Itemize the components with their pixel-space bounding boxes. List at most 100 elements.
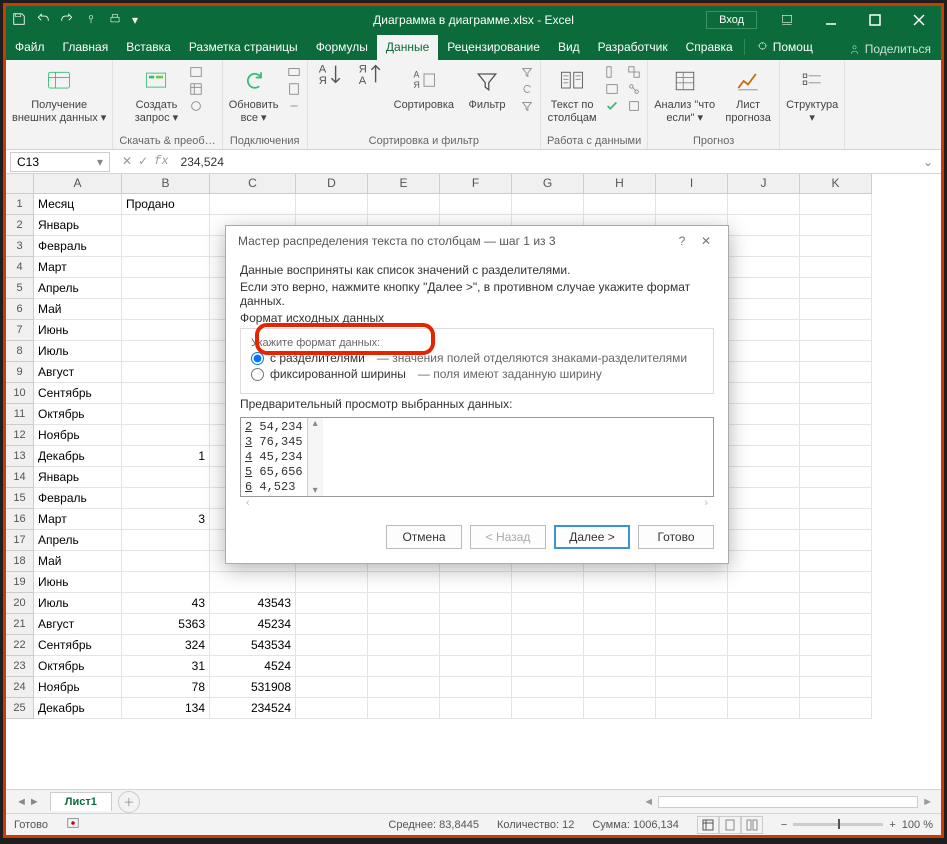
flash-fill-button[interactable]	[605, 65, 619, 79]
cell[interactable]: Октябрь	[34, 656, 122, 677]
consolidate-button[interactable]	[627, 65, 641, 79]
row-header[interactable]: 18	[6, 551, 34, 572]
signin-button[interactable]: Вход	[706, 11, 757, 29]
col-header[interactable]: F	[440, 174, 512, 194]
row-header[interactable]: 14	[6, 467, 34, 488]
cell[interactable]	[800, 593, 872, 614]
cell[interactable]: Сентябрь	[34, 383, 122, 404]
cell[interactable]	[728, 383, 800, 404]
cell[interactable]: Декабрь	[34, 698, 122, 719]
cell[interactable]	[122, 404, 210, 425]
cell[interactable]	[122, 362, 210, 383]
cell[interactable]: Сентябрь	[34, 635, 122, 656]
expand-formula-icon[interactable]: ⌄	[915, 155, 941, 169]
prev-sheet-icon[interactable]: ◄	[16, 796, 27, 808]
cell[interactable]: Февраль	[34, 488, 122, 509]
minimize-button[interactable]	[809, 6, 853, 34]
cell[interactable]	[800, 215, 872, 236]
cell[interactable]	[800, 509, 872, 530]
row-header[interactable]: 11	[6, 404, 34, 425]
cell[interactable]	[122, 488, 210, 509]
row-header[interactable]: 23	[6, 656, 34, 677]
close-button[interactable]	[897, 6, 941, 34]
cell[interactable]: Июнь	[34, 572, 122, 593]
cell[interactable]	[296, 635, 368, 656]
view-normal-icon[interactable]	[697, 816, 719, 834]
cell[interactable]	[440, 614, 512, 635]
cell[interactable]: Октябрь	[34, 404, 122, 425]
cell[interactable]	[122, 530, 210, 551]
cell[interactable]: Апрель	[34, 278, 122, 299]
radio-fixed-input[interactable]	[251, 368, 264, 381]
cell[interactable]	[440, 698, 512, 719]
col-header[interactable]: A	[34, 174, 122, 194]
radio-delimited[interactable]: с разделителями значения полей отделяютс…	[251, 351, 703, 365]
col-header[interactable]: K	[800, 174, 872, 194]
row-header[interactable]: 4	[6, 257, 34, 278]
cell[interactable]: 543534	[210, 635, 296, 656]
cell[interactable]	[296, 572, 368, 593]
tab-data[interactable]: Данные	[377, 35, 438, 60]
cell[interactable]: Март	[34, 509, 122, 530]
clear-filter-button[interactable]	[520, 65, 534, 79]
edit-links-button[interactable]	[287, 99, 301, 113]
cell[interactable]	[656, 572, 728, 593]
cell[interactable]	[296, 614, 368, 635]
cell[interactable]	[800, 656, 872, 677]
cell[interactable]: 1	[122, 446, 210, 467]
tab-insert[interactable]: Вставка	[117, 35, 180, 60]
cell[interactable]	[800, 362, 872, 383]
cell[interactable]	[728, 530, 800, 551]
name-box[interactable]: C13▾	[10, 152, 110, 172]
cell[interactable]	[728, 278, 800, 299]
cell[interactable]	[122, 320, 210, 341]
cell[interactable]	[728, 194, 800, 215]
sheet-tab-1[interactable]: Лист1	[50, 792, 112, 811]
cell[interactable]	[656, 635, 728, 656]
row-header[interactable]: 19	[6, 572, 34, 593]
cell[interactable]: Январь	[34, 215, 122, 236]
cell[interactable]	[800, 488, 872, 509]
finish-button[interactable]: Готово	[638, 525, 714, 549]
cell[interactable]	[512, 194, 584, 215]
cell[interactable]	[728, 299, 800, 320]
cell[interactable]	[512, 635, 584, 656]
print-icon[interactable]	[108, 12, 122, 29]
cell[interactable]: 45234	[210, 614, 296, 635]
cell[interactable]	[584, 572, 656, 593]
cell[interactable]	[728, 404, 800, 425]
cell[interactable]: 78	[122, 677, 210, 698]
cell[interactable]	[728, 467, 800, 488]
row-header[interactable]: 3	[6, 236, 34, 257]
undo-icon[interactable]	[36, 12, 50, 29]
cell[interactable]	[512, 572, 584, 593]
cell[interactable]	[122, 551, 210, 572]
cell[interactable]	[728, 362, 800, 383]
cell[interactable]	[728, 572, 800, 593]
relationships-button[interactable]	[627, 82, 641, 96]
filter-button[interactable]: Фильтр	[462, 65, 512, 112]
row-header[interactable]: 20	[6, 593, 34, 614]
cell[interactable]	[584, 656, 656, 677]
cell[interactable]	[584, 635, 656, 656]
radio-delimited-input[interactable]	[251, 352, 264, 365]
cell[interactable]: Январь	[34, 467, 122, 488]
cell[interactable]	[800, 236, 872, 257]
reapply-button[interactable]	[520, 82, 534, 96]
radio-fixed[interactable]: фиксированной ширины поля имеют заданную…	[251, 367, 703, 381]
next-button[interactable]: Далее >	[554, 525, 630, 549]
row-header[interactable]: 7	[6, 320, 34, 341]
sort-button[interactable]: АЯ Сортировка	[394, 65, 454, 112]
row-header[interactable]: 21	[6, 614, 34, 635]
cell[interactable]: Июль	[34, 341, 122, 362]
scroll-down-icon[interactable]: ▾	[313, 485, 318, 496]
confirm-formula-icon[interactable]: ✓	[138, 154, 148, 169]
cell[interactable]	[122, 257, 210, 278]
cell[interactable]	[368, 635, 440, 656]
col-header[interactable]: B	[122, 174, 210, 194]
cell[interactable]	[122, 299, 210, 320]
cell[interactable]	[656, 656, 728, 677]
cell[interactable]	[656, 677, 728, 698]
back-button[interactable]: < Назад	[470, 525, 546, 549]
cell[interactable]	[800, 341, 872, 362]
